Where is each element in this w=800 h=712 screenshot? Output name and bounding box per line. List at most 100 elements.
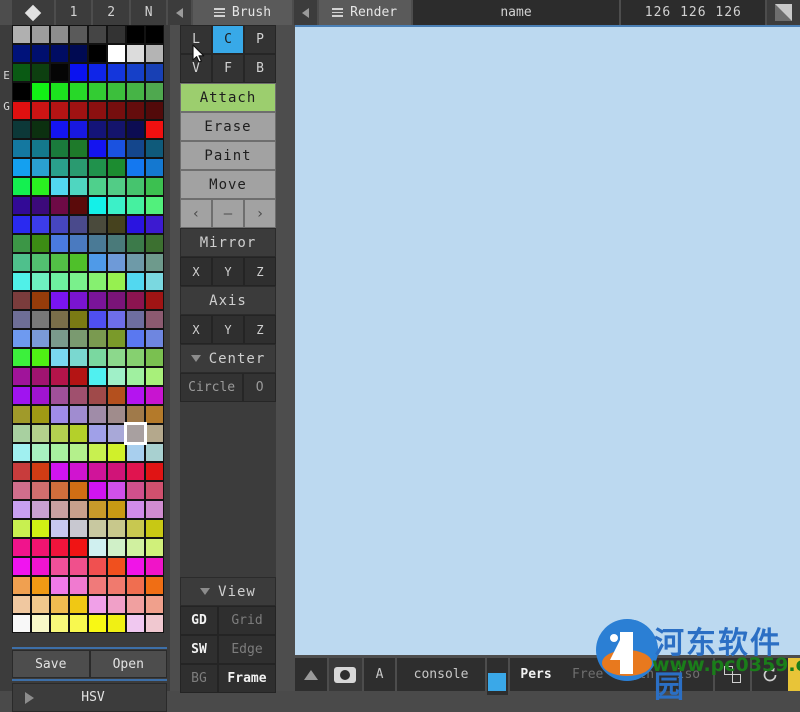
palette-swatch[interactable] — [107, 481, 126, 500]
palette-swatch[interactable] — [50, 272, 69, 291]
mode-b[interactable]: B — [244, 54, 276, 83]
palette-swatch[interactable] — [69, 424, 88, 443]
palette-swatch[interactable] — [107, 196, 126, 215]
paint-button[interactable]: Paint — [180, 141, 276, 170]
palette-swatch[interactable] — [69, 253, 88, 272]
palette-swatch[interactable] — [126, 614, 145, 633]
palette-swatch[interactable] — [145, 538, 164, 557]
palette-swatch[interactable] — [12, 25, 31, 44]
palette-swatch[interactable] — [69, 291, 88, 310]
palette-swatch[interactable] — [145, 595, 164, 614]
palette-swatch[interactable] — [31, 538, 50, 557]
palette-swatch[interactable] — [88, 329, 107, 348]
proj-iso[interactable]: Iso — [664, 658, 715, 691]
palette-swatch[interactable] — [107, 595, 126, 614]
palette-swatch[interactable] — [126, 500, 145, 519]
palette-swatch[interactable] — [126, 595, 145, 614]
palette-swatch[interactable] — [12, 519, 31, 538]
palette-swatch[interactable] — [107, 405, 126, 424]
move-button[interactable]: Move — [180, 170, 276, 199]
palette-swatch[interactable] — [145, 291, 164, 310]
palette-swatch[interactable] — [126, 253, 145, 272]
palette-swatch[interactable] — [69, 215, 88, 234]
palette-swatch[interactable] — [88, 576, 107, 595]
palette-swatch[interactable] — [145, 614, 164, 633]
palette-swatch[interactable] — [69, 177, 88, 196]
palette-swatch[interactable] — [69, 310, 88, 329]
axis-y[interactable]: Y — [212, 315, 244, 344]
palette-swatch[interactable] — [145, 215, 164, 234]
palette-swatch[interactable] — [69, 557, 88, 576]
palette-swatch[interactable] — [126, 348, 145, 367]
view-frame-toggle[interactable]: Frame — [218, 664, 276, 693]
palette-swatch[interactable] — [126, 462, 145, 481]
palette-swatch[interactable] — [88, 310, 107, 329]
palette-swatch[interactable] — [126, 405, 145, 424]
palette-swatch[interactable] — [69, 196, 88, 215]
palette-swatch[interactable] — [50, 158, 69, 177]
mirror-z[interactable]: Z — [244, 257, 276, 286]
axis-z[interactable]: Z — [244, 315, 276, 344]
palette-swatch[interactable] — [12, 538, 31, 557]
palette-swatch[interactable] — [12, 120, 31, 139]
palette-swatch[interactable] — [50, 291, 69, 310]
palette-swatch[interactable] — [69, 500, 88, 519]
palette-swatch[interactable] — [69, 538, 88, 557]
palette-swatch[interactable] — [88, 158, 107, 177]
palette-swatch[interactable] — [88, 595, 107, 614]
palette-swatch[interactable] — [107, 120, 126, 139]
palette-swatch[interactable] — [126, 443, 145, 462]
palette-swatch[interactable] — [145, 234, 164, 253]
palette-swatch[interactable] — [145, 500, 164, 519]
palette-swatch[interactable] — [50, 462, 69, 481]
nav-prev[interactable]: ‹ — [180, 199, 212, 228]
palette-swatch[interactable] — [69, 82, 88, 101]
palette-swatch[interactable] — [88, 272, 107, 291]
palette-swatch[interactable] — [107, 367, 126, 386]
palette-swatch[interactable] — [12, 139, 31, 158]
palette-swatch[interactable] — [107, 234, 126, 253]
palette-swatch[interactable] — [31, 44, 50, 63]
palette-swatch[interactable] — [50, 386, 69, 405]
palette-swatch[interactable] — [31, 557, 50, 576]
palette-swatch[interactable] — [88, 177, 107, 196]
palette-swatch[interactable] — [12, 595, 31, 614]
palette-swatch[interactable] — [145, 25, 164, 44]
palette-swatch[interactable] — [50, 215, 69, 234]
palette-swatch[interactable] — [88, 519, 107, 538]
palette-swatch[interactable] — [145, 386, 164, 405]
palette-swatch[interactable] — [107, 139, 126, 158]
palette-swatch[interactable] — [12, 101, 31, 120]
palette-swatch[interactable] — [145, 120, 164, 139]
palette-swatch[interactable] — [145, 481, 164, 500]
palette-swatch[interactable] — [50, 44, 69, 63]
mirror-y[interactable]: Y — [212, 257, 244, 286]
palette-swatch[interactable] — [12, 291, 31, 310]
palette-swatch[interactable] — [12, 234, 31, 253]
palette-swatch[interactable] — [88, 101, 107, 120]
palette-swatch[interactable] — [145, 44, 164, 63]
mode-p[interactable]: P — [244, 25, 276, 54]
tab-2[interactable]: 2 — [93, 0, 131, 25]
palette-swatch[interactable] — [88, 557, 107, 576]
render-menu-button[interactable]: Render — [319, 0, 413, 25]
screenshot-button[interactable] — [329, 658, 364, 691]
palette-swatch[interactable] — [88, 82, 107, 101]
palette-swatch[interactable] — [88, 44, 107, 63]
palette-swatch[interactable] — [50, 576, 69, 595]
palette-swatch[interactable] — [126, 291, 145, 310]
palette-swatch[interactable] — [88, 120, 107, 139]
palette-swatch[interactable] — [50, 538, 69, 557]
palette-swatch[interactable] — [50, 519, 69, 538]
palette-swatch[interactable] — [88, 500, 107, 519]
attach-button[interactable]: Attach — [180, 83, 276, 112]
palette-swatch[interactable] — [88, 405, 107, 424]
palette-swatch[interactable] — [50, 557, 69, 576]
proj-free[interactable]: Free — [562, 658, 613, 691]
proj-orth[interactable]: Orth — [613, 658, 664, 691]
palette-swatch[interactable] — [31, 614, 50, 633]
brush-menu-button[interactable]: Brush — [193, 0, 295, 25]
palette-swatch[interactable] — [88, 215, 107, 234]
palette-swatch[interactable] — [126, 139, 145, 158]
palette-swatch[interactable] — [12, 215, 31, 234]
